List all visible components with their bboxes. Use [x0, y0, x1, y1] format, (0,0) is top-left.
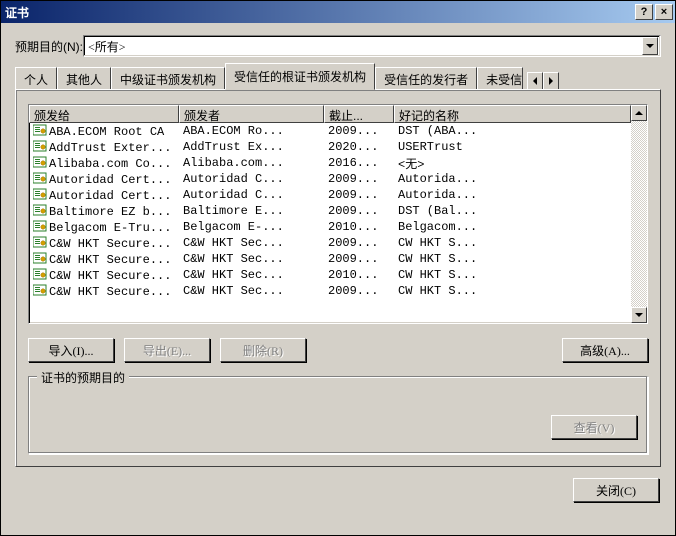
certificate-icon: [33, 172, 47, 184]
tab-scroll-right[interactable]: [543, 72, 559, 90]
titlebar[interactable]: 证书 ? ×: [1, 1, 675, 23]
view-button: 查看(V): [551, 415, 637, 439]
group-title: 证书的预期目的: [37, 369, 129, 386]
table-row[interactable]: C&W HKT Secure...C&W HKT Sec...2009...CW…: [29, 251, 631, 267]
dropdown-button[interactable]: [642, 37, 658, 55]
chevron-left-icon: [533, 77, 537, 85]
tab-trusted-publishers[interactable]: 受信任的发行者: [375, 67, 477, 91]
col-issued-to[interactable]: 颁发给: [29, 105, 179, 123]
table-row[interactable]: Autoridad Cert...Autoridad C...2009...Au…: [29, 187, 631, 203]
advanced-button[interactable]: 高级(A)...: [562, 338, 648, 362]
table-row[interactable]: ABA.ECOM Root CAABA.ECOM Ro...2009...DST…: [29, 123, 631, 139]
tab-trusted-root-ca[interactable]: 受信任的根证书颁发机构: [225, 63, 375, 90]
tab-scroll-left[interactable]: [527, 72, 543, 90]
table-row[interactable]: C&W HKT Secure...C&W HKT Sec...2010...CW…: [29, 267, 631, 283]
certificate-list[interactable]: 颁发给 颁发者 截止... 好记的名称 ABA.ECOM Root CAABA.…: [28, 104, 648, 324]
help-icon: ?: [641, 6, 648, 18]
close-icon: ×: [661, 6, 667, 18]
intended-purpose-select[interactable]: <所有>: [83, 35, 661, 57]
tab-other-people[interactable]: 其他人: [57, 67, 111, 91]
chevron-down-icon: [635, 313, 643, 317]
export-button: 导出(E)...: [124, 338, 210, 362]
window-title: 证书: [5, 4, 633, 21]
chevron-down-icon: [646, 44, 654, 48]
certificate-icon: [33, 140, 47, 152]
close-window-button[interactable]: ×: [655, 4, 673, 20]
scroll-track[interactable]: [631, 121, 647, 307]
certificate-icon: [33, 124, 47, 136]
tab-personal[interactable]: 个人: [15, 67, 57, 91]
col-expiration[interactable]: 截止...: [324, 105, 394, 123]
scroll-down-button[interactable]: [631, 307, 647, 323]
close-button[interactable]: 关闭(C): [573, 478, 659, 502]
list-header: 颁发给 颁发者 截止... 好记的名称: [29, 105, 631, 123]
scroll-up-button[interactable]: [631, 105, 647, 121]
certificate-icon: [33, 268, 47, 280]
chevron-up-icon: [635, 111, 643, 115]
tab-content: 颁发给 颁发者 截止... 好记的名称 ABA.ECOM Root CAABA.…: [15, 89, 661, 467]
table-row[interactable]: C&W HKT Secure...C&W HKT Sec...2009...CW…: [29, 235, 631, 251]
import-button[interactable]: 导入(I)...: [28, 338, 114, 362]
chevron-right-icon: [549, 77, 553, 85]
table-row[interactable]: C&W HKT Secure...C&W HKT Sec...2009...CW…: [29, 283, 631, 299]
certificate-icon: [33, 252, 47, 264]
col-friendly-name[interactable]: 好记的名称: [394, 105, 631, 123]
table-row[interactable]: Autoridad Cert...Autoridad C...2009...Au…: [29, 171, 631, 187]
certificates-dialog: 证书 ? × 预期目的(N): <所有> 个人 其他人 中级证书颁发机构 受信任…: [0, 0, 676, 536]
help-button[interactable]: ?: [635, 4, 653, 20]
table-row[interactable]: AddTrust Exter...AddTrust Ex...2020...US…: [29, 139, 631, 155]
tab-untrusted[interactable]: 未受信任: [477, 67, 523, 91]
table-row[interactable]: Baltimore EZ b...Baltimore E...2009...DS…: [29, 203, 631, 219]
certificate-icon: [33, 220, 47, 232]
certificate-icon: [33, 204, 47, 216]
tabs: 个人 其他人 中级证书颁发机构 受信任的根证书颁发机构 受信任的发行者 未受信任: [15, 67, 661, 90]
col-issued-by[interactable]: 颁发者: [179, 105, 324, 123]
tab-intermediate-ca[interactable]: 中级证书颁发机构: [111, 67, 225, 91]
certificate-icon: [33, 188, 47, 200]
certificate-icon: [33, 284, 47, 296]
vertical-scrollbar[interactable]: [631, 105, 647, 323]
remove-button: 删除(R): [220, 338, 306, 362]
table-row[interactable]: Belgacom E-Tru...Belgacom E-...2010...Be…: [29, 219, 631, 235]
table-row[interactable]: Alibaba.com Co...Alibaba.com...2016...<无…: [29, 155, 631, 171]
cert-purpose-group: 证书的预期目的 查看(V): [28, 376, 648, 454]
intended-purpose-label: 预期目的(N):: [15, 38, 83, 55]
certificate-icon: [33, 156, 47, 168]
certificate-icon: [33, 236, 47, 248]
intended-purpose-value: <所有>: [88, 38, 642, 55]
